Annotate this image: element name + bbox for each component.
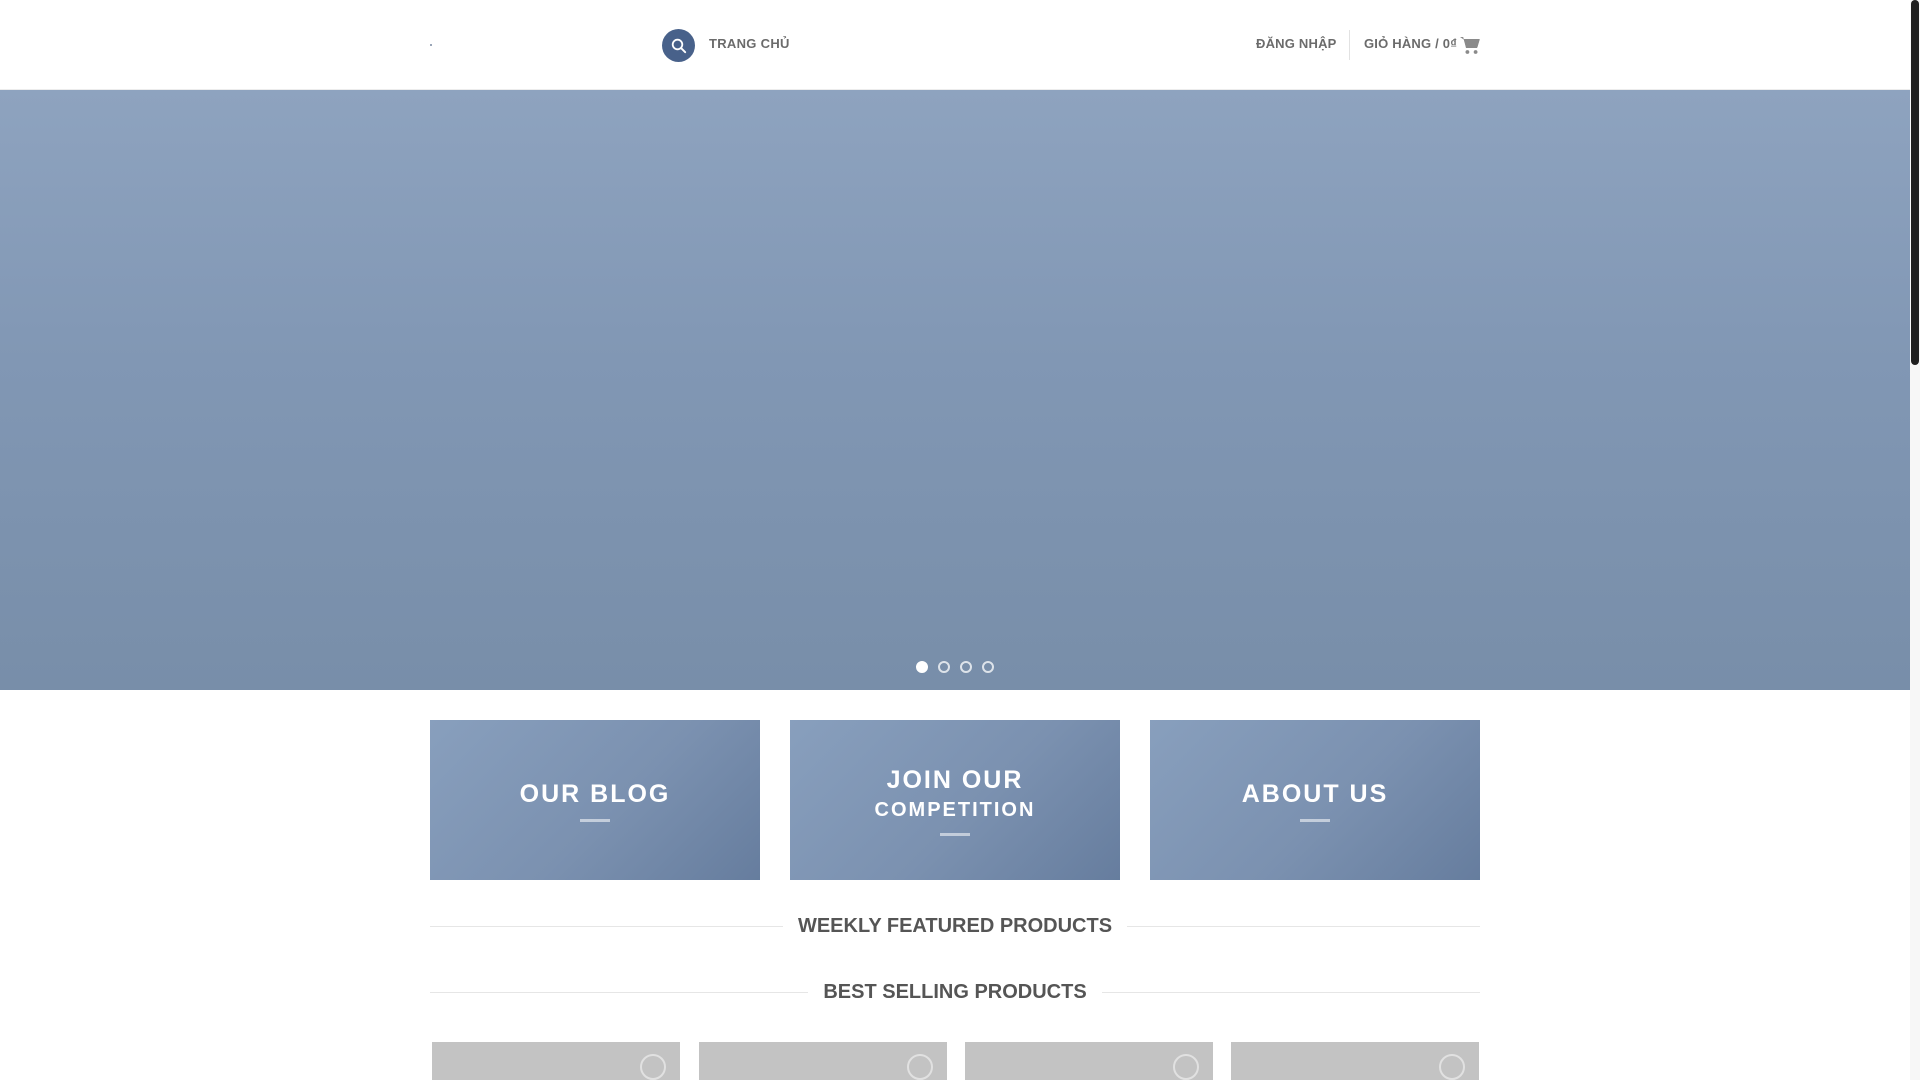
site-header: TRANG CHỦ ĐĂNG NHẬP GIỎ HÀNG / 0₫ [0, 0, 1910, 90]
search-button[interactable] [662, 29, 695, 62]
cart-icon[interactable] [1459, 34, 1481, 56]
divider-line [1127, 925, 1481, 927]
promo-subtitle: COMPETITION [874, 798, 1036, 821]
nav-link-home[interactable]: TRANG CHỦ [709, 36, 790, 51]
promo-underline [940, 832, 970, 836]
product-card[interactable] [965, 1042, 1213, 1080]
login-link[interactable]: ĐĂNG NHẬP [1256, 36, 1337, 51]
slider-dot-2[interactable] [938, 661, 950, 673]
section-heading: BEST SELLING PRODUCTS [823, 980, 1087, 1003]
promo-about-us[interactable]: ABOUT US [1150, 720, 1480, 880]
divider-line [430, 991, 809, 993]
nav-divider [1349, 30, 1350, 60]
heart-icon[interactable] [1173, 1054, 1199, 1080]
page-scrollbar[interactable] [1910, 0, 1920, 1080]
section-title-weekly-featured: WEEKLY FEATURED PRODUCTS [430, 911, 1481, 941]
section-title-best-selling: BEST SELLING PRODUCTS [430, 977, 1481, 1007]
promo-join-competition[interactable]: JOIN OUR COMPETITION [790, 720, 1120, 880]
promo-underline [1300, 818, 1330, 822]
slider-pagination [916, 661, 994, 673]
site-logo[interactable] [430, 44, 432, 46]
promo-underline [580, 818, 610, 822]
scrollbar-thumb[interactable] [1911, 0, 1919, 365]
divider-line [430, 925, 783, 927]
promo-our-blog[interactable]: OUR BLOG [430, 720, 760, 880]
promo-title: OUR BLOG [519, 779, 671, 808]
product-card[interactable] [432, 1042, 680, 1080]
slider-dot-3[interactable] [960, 661, 972, 673]
divider-line [1101, 991, 1481, 993]
promo-title: ABOUT US [1241, 779, 1389, 808]
section-heading: WEEKLY FEATURED PRODUCTS [797, 914, 1113, 937]
product-card[interactable] [1231, 1042, 1479, 1080]
hero-slider[interactable] [0, 90, 1910, 690]
promo-title: JOIN OUR [886, 765, 1024, 794]
slider-dot-4[interactable] [982, 661, 994, 673]
heart-icon[interactable] [640, 1054, 666, 1080]
slider-dot-1[interactable] [916, 661, 928, 673]
product-card[interactable] [699, 1042, 947, 1080]
cart-link[interactable]: GIỎ HÀNG / 0₫ [1364, 36, 1457, 51]
search-icon [671, 38, 686, 53]
heart-icon[interactable] [1439, 1054, 1465, 1080]
heart-icon[interactable] [907, 1054, 933, 1080]
